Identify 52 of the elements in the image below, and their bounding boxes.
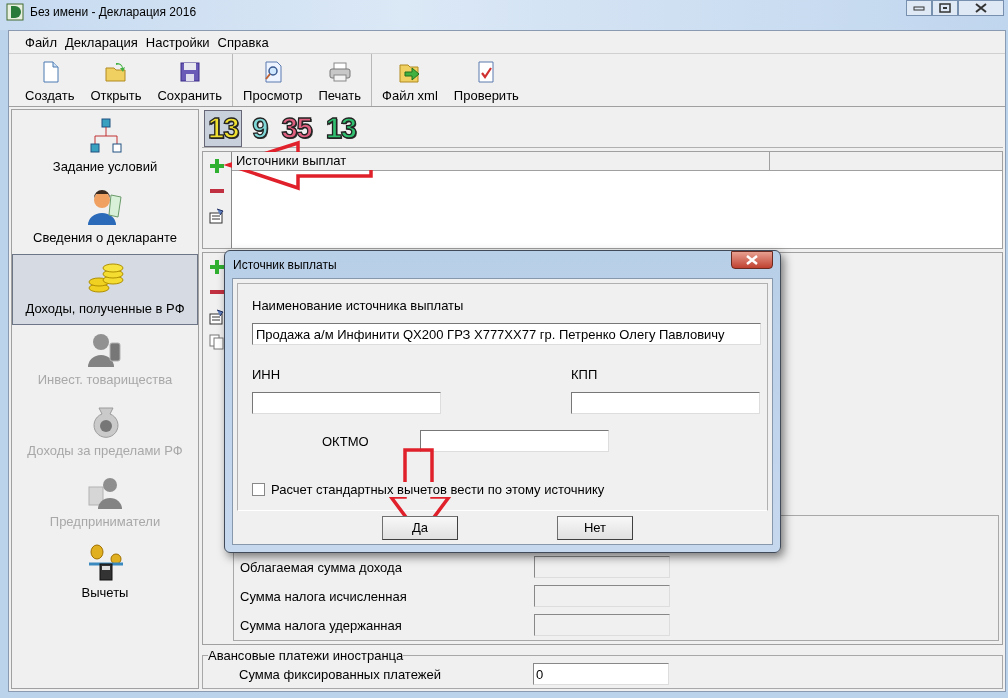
input-field[interactable]: Продажа а/м Инфинити QX200 ГРЗ Х777ХХ77 гр. Петренко Олегу Павловичу: [252, 323, 761, 345]
dialog-button[interactable]: Нет: [557, 515, 633, 540]
field-label: ОКТМО: [322, 433, 370, 449]
toolbar-button[interactable]: Сохранить: [149, 54, 231, 106]
toolbar-button[interactable]: Файл xml: [374, 54, 446, 106]
close-button[interactable]: [731, 251, 773, 269]
close-button[interactable]: [958, 0, 1004, 16]
field-label: Облагаемая сумма дохода: [240, 559, 403, 575]
input-field[interactable]: [252, 392, 441, 414]
toolbar-button[interactable]: Открыть: [82, 54, 150, 106]
minimize-icon: [913, 5, 925, 11]
save-icon: [177, 60, 202, 84]
properties-icon[interactable]: [209, 309, 225, 325]
menu-item[interactable]: Справка: [213, 34, 273, 50]
sidebar-item[interactable]: Задание условий: [12, 112, 198, 183]
toolbar-button[interactable]: Печать: [310, 54, 370, 106]
column-header[interactable]: Источники выплат: [232, 152, 770, 170]
maximize-button[interactable]: [932, 0, 958, 16]
sidebar-item[interactable]: Вычеты: [12, 538, 198, 609]
field-label: Наименование источника выплаты: [252, 298, 465, 313]
rate-tab[interactable]: 35: [277, 109, 316, 147]
close-icon: [975, 3, 987, 13]
sidebar-item[interactable]: Сведения о декларанте: [12, 183, 198, 254]
add-icon[interactable]: [209, 259, 225, 275]
menu-item[interactable]: Декларация: [60, 34, 142, 50]
field-label: Сумма налога исчисленная: [240, 588, 408, 604]
toolbar-button[interactable]: Проверить: [445, 54, 527, 106]
open-icon: [103, 60, 128, 84]
input-field[interactable]: 0: [533, 663, 669, 685]
checkbox[interactable]: [252, 483, 265, 496]
print-icon: [327, 60, 352, 84]
sidebar-item[interactable]: Доходы, полученные в РФ: [12, 254, 198, 325]
properties-icon[interactable]: [209, 208, 225, 224]
close-icon: [746, 255, 758, 265]
input-field[interactable]: [420, 430, 609, 452]
checkbox-label: Расчет стандартных вычетов вести по этому источнику: [271, 482, 605, 497]
field-label: КПП: [571, 367, 599, 382]
menu-item[interactable]: Настройки: [141, 34, 214, 50]
field-label: Сумма налога удержанная: [240, 617, 403, 633]
menu-item[interactable]: Файл: [21, 34, 61, 50]
dialog-button[interactable]: Да: [382, 515, 458, 540]
field-label: ИНН: [252, 367, 282, 382]
group-title: Авансовые платежи иностранца: [208, 648, 404, 663]
field-label: Сумма фиксированных платежей: [239, 666, 442, 682]
copy-icon[interactable]: [209, 334, 225, 350]
dialog-title: Источник выплаты: [233, 257, 337, 272]
toolbar-button[interactable]: Создать: [17, 54, 83, 106]
window-title: Без имени - Декларация 2016: [30, 5, 197, 19]
app-icon: [6, 3, 24, 21]
maximize-icon: [939, 3, 951, 13]
toolbar-button[interactable]: Просмотр: [235, 54, 311, 106]
input-field[interactable]: [571, 392, 760, 414]
